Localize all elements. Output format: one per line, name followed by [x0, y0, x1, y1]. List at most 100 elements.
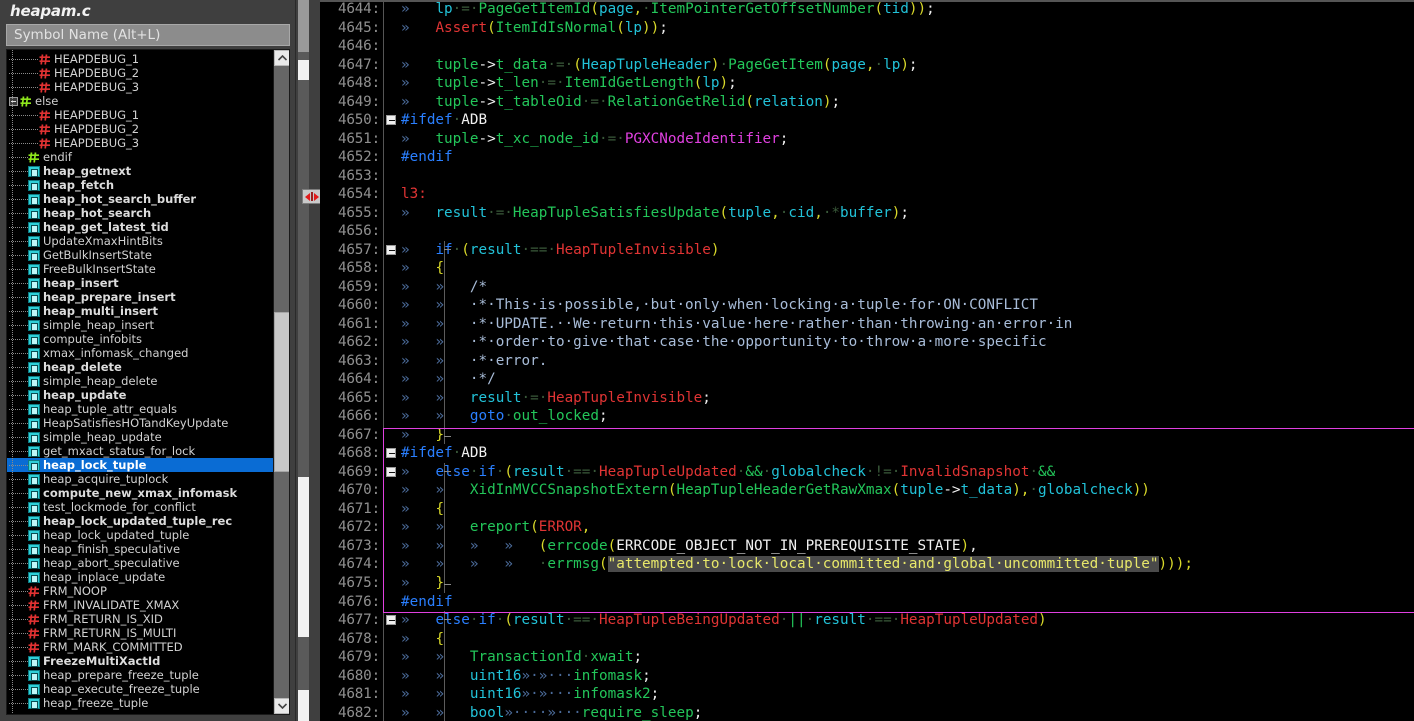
tree-item[interactable]: endif: [7, 150, 273, 164]
code-text[interactable]: [399, 37, 1414, 56]
code-text[interactable]: » else·if·(result·==·HeapTupleUpdated·&&…: [399, 462, 1414, 482]
fold-column[interactable]: [383, 203, 399, 223]
code-text[interactable]: » » /*: [399, 277, 1414, 297]
fold-column[interactable]: [383, 240, 399, 260]
code-line-marked[interactable]: 4655: » result·=·HeapTupleSatisfiesUpdate…: [320, 203, 1414, 223]
fold-column[interactable]: [383, 37, 399, 56]
code-text[interactable]: » Assert(ItemIdIsNormal(lp));: [399, 19, 1414, 38]
code-line[interactable]: 4652: #endif: [320, 148, 1414, 167]
code-line[interactable]: 4676: #endif: [320, 592, 1414, 612]
code-line[interactable]: 4644: » lp·=·PageGetItemId(page,·ItemPoin…: [320, 0, 1414, 19]
code-text[interactable]: » » result·=·HeapTupleInvisible;: [399, 388, 1414, 408]
tree-item[interactable]: heap_finish_speculative: [7, 542, 273, 556]
fold-column[interactable]: [383, 111, 399, 130]
tree-item[interactable]: FRM_RETURN_IS_MULTI: [7, 626, 273, 640]
scroll-thumb-marker-a[interactable]: [298, 60, 309, 80]
tree-item[interactable]: FreeBulkInsertState: [7, 262, 273, 276]
tree-item[interactable]: heap_get_latest_tid: [7, 220, 273, 234]
symbol-tree[interactable]: HEAPDEBUG_1 HEAPDEBUG_2 HEAPDEBUG_3 else HEA…: [7, 50, 273, 714]
code-line[interactable]: 4668: #ifdef·ADB: [320, 444, 1414, 463]
code-line[interactable]: 4662: » » ·*·order·to·give·that·case·the·…: [320, 333, 1414, 352]
tree-item[interactable]: xmax_infomask_changed: [7, 346, 273, 360]
code-line[interactable]: 4672: » » ereport(ERROR,: [320, 518, 1414, 537]
code-editor[interactable]: 4644: » lp·=·PageGetItemId(page,·ItemPoin…: [320, 0, 1414, 721]
fold-column[interactable]: [383, 222, 399, 241]
code-line[interactable]: 4675: » }: [320, 573, 1414, 593]
scroll-thumb-upper[interactable]: [298, 0, 309, 52]
tree-item[interactable]: HEAPDEBUG_2: [7, 66, 273, 80]
symbol-search-box[interactable]: [6, 24, 290, 46]
scroll-up-button[interactable]: [274, 50, 289, 66]
code-line[interactable]: 4665: » » result·=·HeapTupleInvisible;: [320, 388, 1414, 408]
code-line[interactable]: 4680: » » uint16»·»···infomask;: [320, 666, 1414, 686]
code-text[interactable]: » » ·*·This·is·possible,·but·only·when·l…: [399, 296, 1414, 315]
tree-item[interactable]: heap_tuple_attr_equals: [7, 402, 273, 416]
code-line[interactable]: 4664: » » ·*/: [320, 370, 1414, 389]
code-text[interactable]: l3:: [399, 185, 1414, 204]
code-text[interactable]: #ifdef·ADB: [399, 111, 1414, 130]
fold-column[interactable]: [383, 703, 399, 721]
tree-item[interactable]: heap_hot_search_buffer: [7, 192, 273, 206]
code-text[interactable]: » tuple->t_xc_node_id·=·PGXCNodeIdentifi…: [399, 130, 1414, 149]
tree-item[interactable]: heap_abort_speculative: [7, 556, 273, 570]
code-line[interactable]: 4674: » » » » ·errmsg("attempted·to·lock·…: [320, 555, 1414, 574]
code-text[interactable]: » » XidInMVCCSnapshotExtern(HeapTupleHea…: [399, 481, 1414, 500]
fold-column[interactable]: [383, 629, 399, 649]
scroll-thumb-marker-b[interactable]: [298, 690, 309, 721]
code-text[interactable]: » » goto·out_locked;: [399, 407, 1414, 426]
code-line[interactable]: 4651: » tuple->t_xc_node_id·=·PGXCNodeIde…: [320, 129, 1414, 149]
code-text[interactable]: #ifdef·ADB: [399, 444, 1414, 463]
code-line[interactable]: 4654: l3:: [320, 185, 1414, 204]
symbol-tree-scrollbar[interactable]: [273, 50, 289, 714]
tree-item[interactable]: heap_fetch: [7, 178, 273, 192]
code-text[interactable]: [399, 222, 1414, 241]
code-text[interactable]: » tuple->t_tableOid·=·RelationGetRelid(r…: [399, 93, 1414, 112]
code-text[interactable]: #endif: [399, 148, 1414, 167]
fold-column[interactable]: [383, 296, 399, 315]
code-text[interactable]: » if·(result·==·HeapTupleInvisible): [399, 240, 1414, 260]
fold-column[interactable]: [383, 555, 399, 574]
fold-collapse-icon[interactable]: [386, 448, 396, 459]
tree-item[interactable]: HEAPDEBUG_3: [7, 136, 273, 150]
code-line[interactable]: 4678: » {: [320, 629, 1414, 649]
tree-item[interactable]: heap_prepare_freeze_tuple: [7, 668, 273, 682]
fold-column[interactable]: [383, 592, 399, 612]
tree-item[interactable]: test_lockmode_for_conflict: [7, 500, 273, 514]
code-text[interactable]: » else·if·(result·==·HeapTupleBeingUpdat…: [399, 611, 1414, 630]
code-text[interactable]: » » uint16»·»···infomask2;: [399, 685, 1414, 704]
code-text[interactable]: » }: [399, 573, 1414, 593]
scroll-thumb-lower[interactable]: [298, 477, 309, 637]
code-text[interactable]: » {: [399, 499, 1414, 519]
fold-column[interactable]: [383, 259, 399, 278]
fold-column[interactable]: [383, 388, 399, 408]
fold-column[interactable]: [383, 425, 399, 445]
fold-column[interactable]: [383, 370, 399, 389]
code-text[interactable]: » tuple->t_data·=·(HeapTupleHeader)·Page…: [399, 56, 1414, 75]
fold-column[interactable]: [383, 185, 399, 204]
code-line[interactable]: 4682: » » bool»····»···require_sleep;: [320, 703, 1414, 721]
fold-column[interactable]: [383, 573, 399, 593]
tree-item[interactable]: heap_lock_updated_tuple: [7, 528, 273, 542]
tree-item[interactable]: HEAPDEBUG_1: [7, 52, 273, 66]
tree-item[interactable]: heap_multi_insert: [7, 304, 273, 318]
fold-column[interactable]: [383, 277, 399, 297]
tree-item[interactable]: FRM_RETURN_IS_XID: [7, 612, 273, 626]
fold-column[interactable]: [383, 74, 399, 93]
scroll-down-button[interactable]: [274, 698, 289, 714]
code-text[interactable]: #endif: [399, 593, 1414, 612]
code-line-container[interactable]: 4644: » lp·=·PageGetItemId(page,·ItemPoin…: [320, 0, 1414, 721]
fold-column[interactable]: [383, 481, 399, 500]
fold-column[interactable]: [383, 351, 399, 371]
code-text[interactable]: » }: [399, 425, 1414, 445]
fold-column[interactable]: [383, 55, 399, 75]
tree-item[interactable]: heap_inplace_update: [7, 570, 273, 584]
fold-column[interactable]: [383, 18, 399, 38]
code-text[interactable]: » result·=·HeapTupleSatisfiesUpdate(tupl…: [399, 204, 1414, 223]
code-text[interactable]: » » » » (errcode(ERRCODE_OBJECT_NOT_IN_P…: [399, 536, 1414, 556]
code-line[interactable]: 4653:: [320, 166, 1414, 186]
fold-column[interactable]: [383, 407, 399, 426]
code-text[interactable]: » » ·*·order·to·give·that·case·the·oppor…: [399, 333, 1414, 352]
scrollbar-thumb[interactable]: [274, 312, 289, 472]
code-line[interactable]: 4647: » tuple->t_data·=·(HeapTupleHeader)…: [320, 55, 1414, 75]
code-line[interactable]: 4671: » {: [320, 499, 1414, 519]
